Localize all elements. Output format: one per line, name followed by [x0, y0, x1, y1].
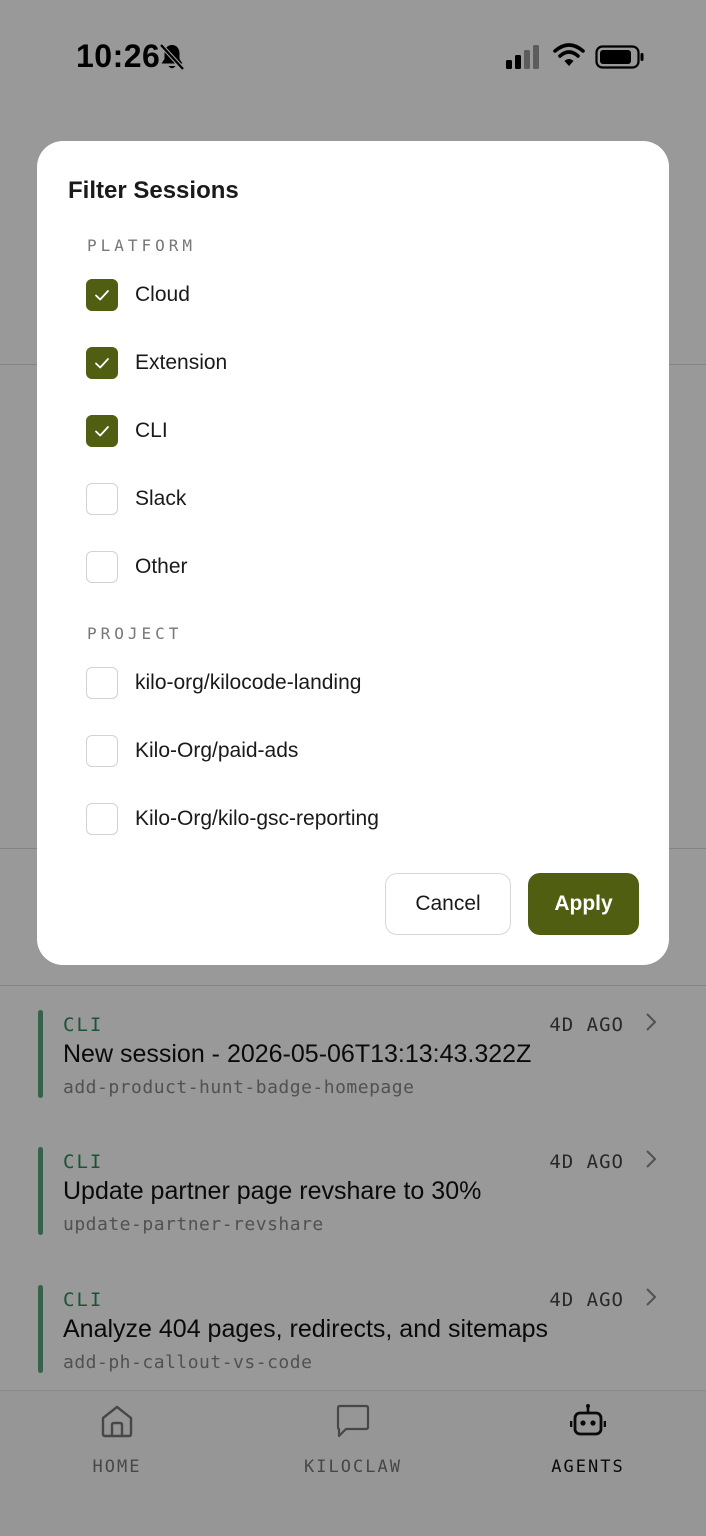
platform-section-label: PLATFORM	[87, 236, 197, 255]
checkbox[interactable]	[86, 551, 118, 583]
platform-option-other[interactable]: Other	[86, 550, 626, 584]
project-section-label: PROJECT	[87, 624, 183, 643]
checkmark-icon	[95, 358, 109, 369]
platform-option-cli[interactable]: CLI	[86, 414, 626, 448]
project-option[interactable]: Kilo-Org/paid-ads	[86, 734, 626, 768]
checkmark-icon	[95, 290, 109, 301]
option-label: kilo-org/kilocode-landing	[135, 671, 362, 694]
option-label: Cloud	[135, 283, 190, 306]
checkbox[interactable]	[86, 279, 118, 311]
checkbox[interactable]	[86, 483, 118, 515]
dialog-title: Filter Sessions	[68, 177, 239, 204]
checkmark-icon	[95, 426, 109, 437]
option-label: Slack	[135, 487, 187, 510]
project-option[interactable]: kilo-org/kilocode-landing	[86, 666, 626, 700]
checkbox[interactable]	[86, 735, 118, 767]
option-label: Kilo-Org/paid-ads	[135, 739, 299, 762]
apply-button[interactable]: Apply	[528, 873, 639, 935]
platform-option-cloud[interactable]: Cloud	[86, 278, 626, 312]
option-label: CLI	[135, 419, 168, 442]
platform-option-slack[interactable]: Slack	[86, 482, 626, 516]
option-label: Kilo-Org/kilo-gsc-reporting	[135, 807, 379, 830]
checkbox[interactable]	[86, 803, 118, 835]
checkbox[interactable]	[86, 347, 118, 379]
filter-sessions-dialog: Filter Sessions PLATFORM Cloud Extension…	[37, 141, 669, 965]
checkbox[interactable]	[86, 415, 118, 447]
option-label: Extension	[135, 351, 228, 374]
option-label: Other	[135, 555, 188, 578]
cancel-button[interactable]: Cancel	[385, 873, 511, 935]
platform-option-extension[interactable]: Extension	[86, 346, 626, 380]
project-option[interactable]: Kilo-Org/kilo-gsc-reporting	[86, 802, 626, 836]
checkbox[interactable]	[86, 667, 118, 699]
